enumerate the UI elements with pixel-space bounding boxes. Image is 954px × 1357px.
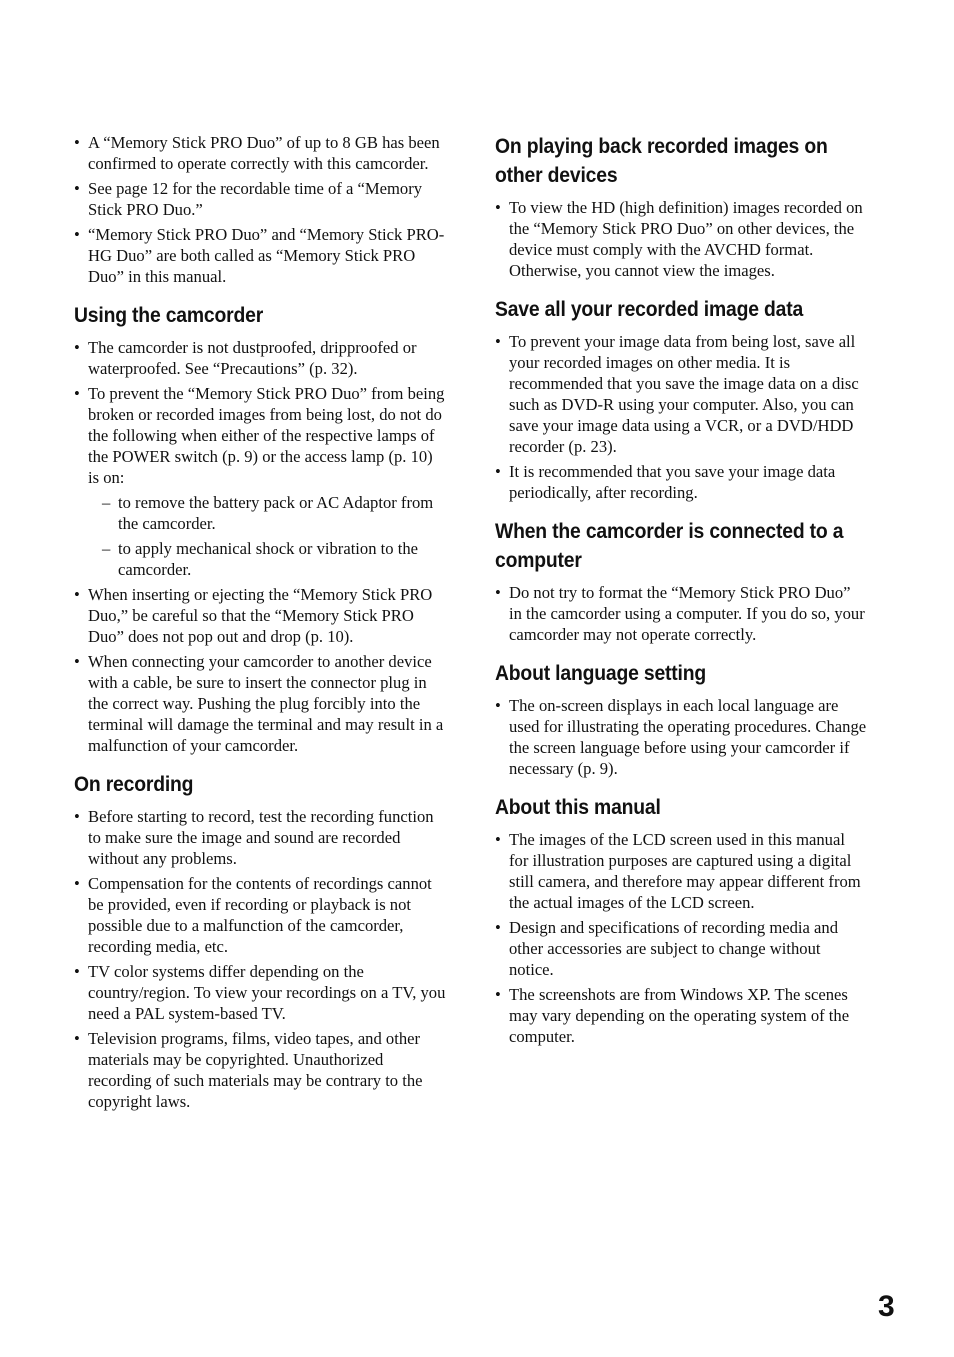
list-item: Television programs, films, video tapes,…: [74, 1028, 446, 1112]
list-item: The on-screen displays in each local lan…: [495, 695, 867, 779]
sub-list-item: to apply mechanical shock or vibration t…: [88, 538, 446, 580]
list-item: To prevent the “Memory Stick PRO Duo” fr…: [74, 383, 446, 580]
list-item: Compensation for the contents of recordi…: [74, 873, 446, 957]
section-heading: On playing back recorded images on other…: [495, 134, 828, 187]
language-section: About language setting The on-screen dis…: [495, 659, 867, 779]
list-item: It is recommended that you save your ima…: [495, 461, 867, 503]
list-item: When inserting or ejecting the “Memory S…: [74, 584, 446, 647]
section-heading: On recording: [74, 772, 194, 796]
intro-section: A “Memory Stick PRO Duo” of up to 8 GB h…: [74, 132, 446, 287]
section-heading: About language setting: [495, 661, 707, 685]
playback-section: On playing back recorded images on other…: [495, 132, 867, 281]
sub-list-item: to remove the battery pack or AC Adaptor…: [88, 492, 446, 534]
list-item: Do not try to format the “Memory Stick P…: [495, 582, 867, 645]
on-recording-section: On recording Before starting to record, …: [74, 770, 446, 1112]
list-item: See page 12 for the recordable time of a…: [74, 178, 446, 220]
list-item: The images of the LCD screen used in thi…: [495, 829, 867, 913]
section-heading: Using the camcorder: [74, 303, 264, 327]
manual-section: About this manual The images of the LCD …: [495, 793, 867, 1047]
using-camcorder-section: Using the camcorder The camcorder is not…: [74, 301, 446, 756]
sub-list: to remove the battery pack or AC Adaptor…: [88, 492, 446, 580]
list-item: To view the HD (high definition) images …: [495, 197, 867, 281]
left-column: A “Memory Stick PRO Duo” of up to 8 GB h…: [74, 132, 446, 1126]
list-item: Design and specifications of recording m…: [495, 917, 867, 980]
section-heading: When the camcorder is connected to a com…: [495, 519, 844, 572]
list-item: To prevent your image data from being lo…: [495, 331, 867, 457]
list-item: When connecting your camcorder to anothe…: [74, 651, 446, 756]
list-item: A “Memory Stick PRO Duo” of up to 8 GB h…: [74, 132, 446, 174]
page-number: 3: [878, 1290, 895, 1323]
save-data-section: Save all your recorded image data To pre…: [495, 295, 867, 503]
list-item: The screenshots are from Windows XP. The…: [495, 984, 867, 1047]
list-item: “Memory Stick PRO Duo” and “Memory Stick…: [74, 224, 446, 287]
section-heading: Save all your recorded image data: [495, 297, 804, 321]
computer-section: When the camcorder is connected to a com…: [495, 517, 867, 645]
list-item: Before starting to record, test the reco…: [74, 806, 446, 869]
section-heading: About this manual: [495, 795, 661, 819]
list-item: TV color systems differ depending on the…: [74, 961, 446, 1024]
list-item-text: To prevent the “Memory Stick PRO Duo” fr…: [88, 384, 445, 487]
right-column: On playing back recorded images on other…: [495, 132, 867, 1061]
list-item: The camcorder is not dustproofed, drippr…: [74, 337, 446, 379]
